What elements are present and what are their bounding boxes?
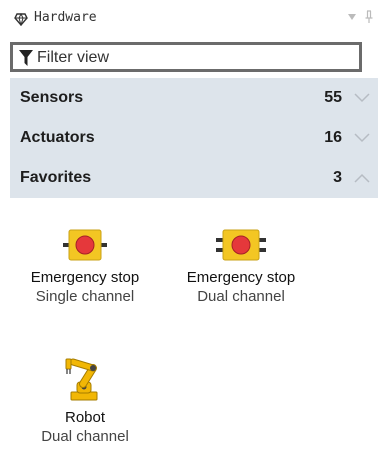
favorite-subtitle: Dual channel: [41, 428, 129, 445]
hardware-icon: [14, 12, 28, 26]
favorite-subtitle: Dual channel: [197, 288, 285, 305]
category-favorites[interactable]: Favorites 3: [10, 158, 378, 198]
favorite-item-robot[interactable]: Robot Dual channel: [10, 356, 160, 446]
robot-arm-icon: [65, 358, 98, 401]
emergency-stop-single-icon: [63, 229, 107, 261]
category-list: Sensors 55 Actuators 16 Favorites 3: [10, 78, 378, 198]
panel-title: Hardware: [34, 10, 97, 25]
chevron-down-icon[interactable]: [348, 14, 356, 20]
panel-header: Hardware: [0, 0, 378, 38]
category-count: 3: [333, 169, 342, 186]
favorite-name: Robot: [64, 409, 106, 426]
category-label: Sensors: [20, 89, 84, 106]
emergency-stop-dual-icon: [216, 229, 266, 261]
category-count: 55: [324, 89, 342, 106]
category-label: Actuators: [20, 129, 95, 146]
category-actuators[interactable]: Actuators 16: [10, 118, 378, 158]
category-count: 16: [324, 129, 342, 146]
funnel-icon: [19, 50, 33, 66]
favorite-item-emergency-stop-dual[interactable]: Emergency stop Dual channel: [166, 228, 316, 306]
favorite-name: Emergency stop: [186, 269, 296, 286]
category-sensors[interactable]: Sensors 55: [10, 78, 378, 118]
filter-input[interactable]: [37, 47, 347, 69]
chevron-down-icon[interactable]: [354, 93, 370, 103]
favorite-name: Emergency stop: [30, 269, 140, 286]
category-label: Favorites: [20, 169, 92, 186]
favorite-item-emergency-stop-single[interactable]: Emergency stop Single channel: [10, 228, 160, 306]
chevron-up-icon[interactable]: [354, 173, 370, 183]
chevron-down-icon[interactable]: [354, 133, 370, 143]
filter-box[interactable]: [10, 42, 362, 72]
favorite-subtitle: Single channel: [35, 288, 135, 305]
pin-icon[interactable]: [364, 10, 374, 24]
